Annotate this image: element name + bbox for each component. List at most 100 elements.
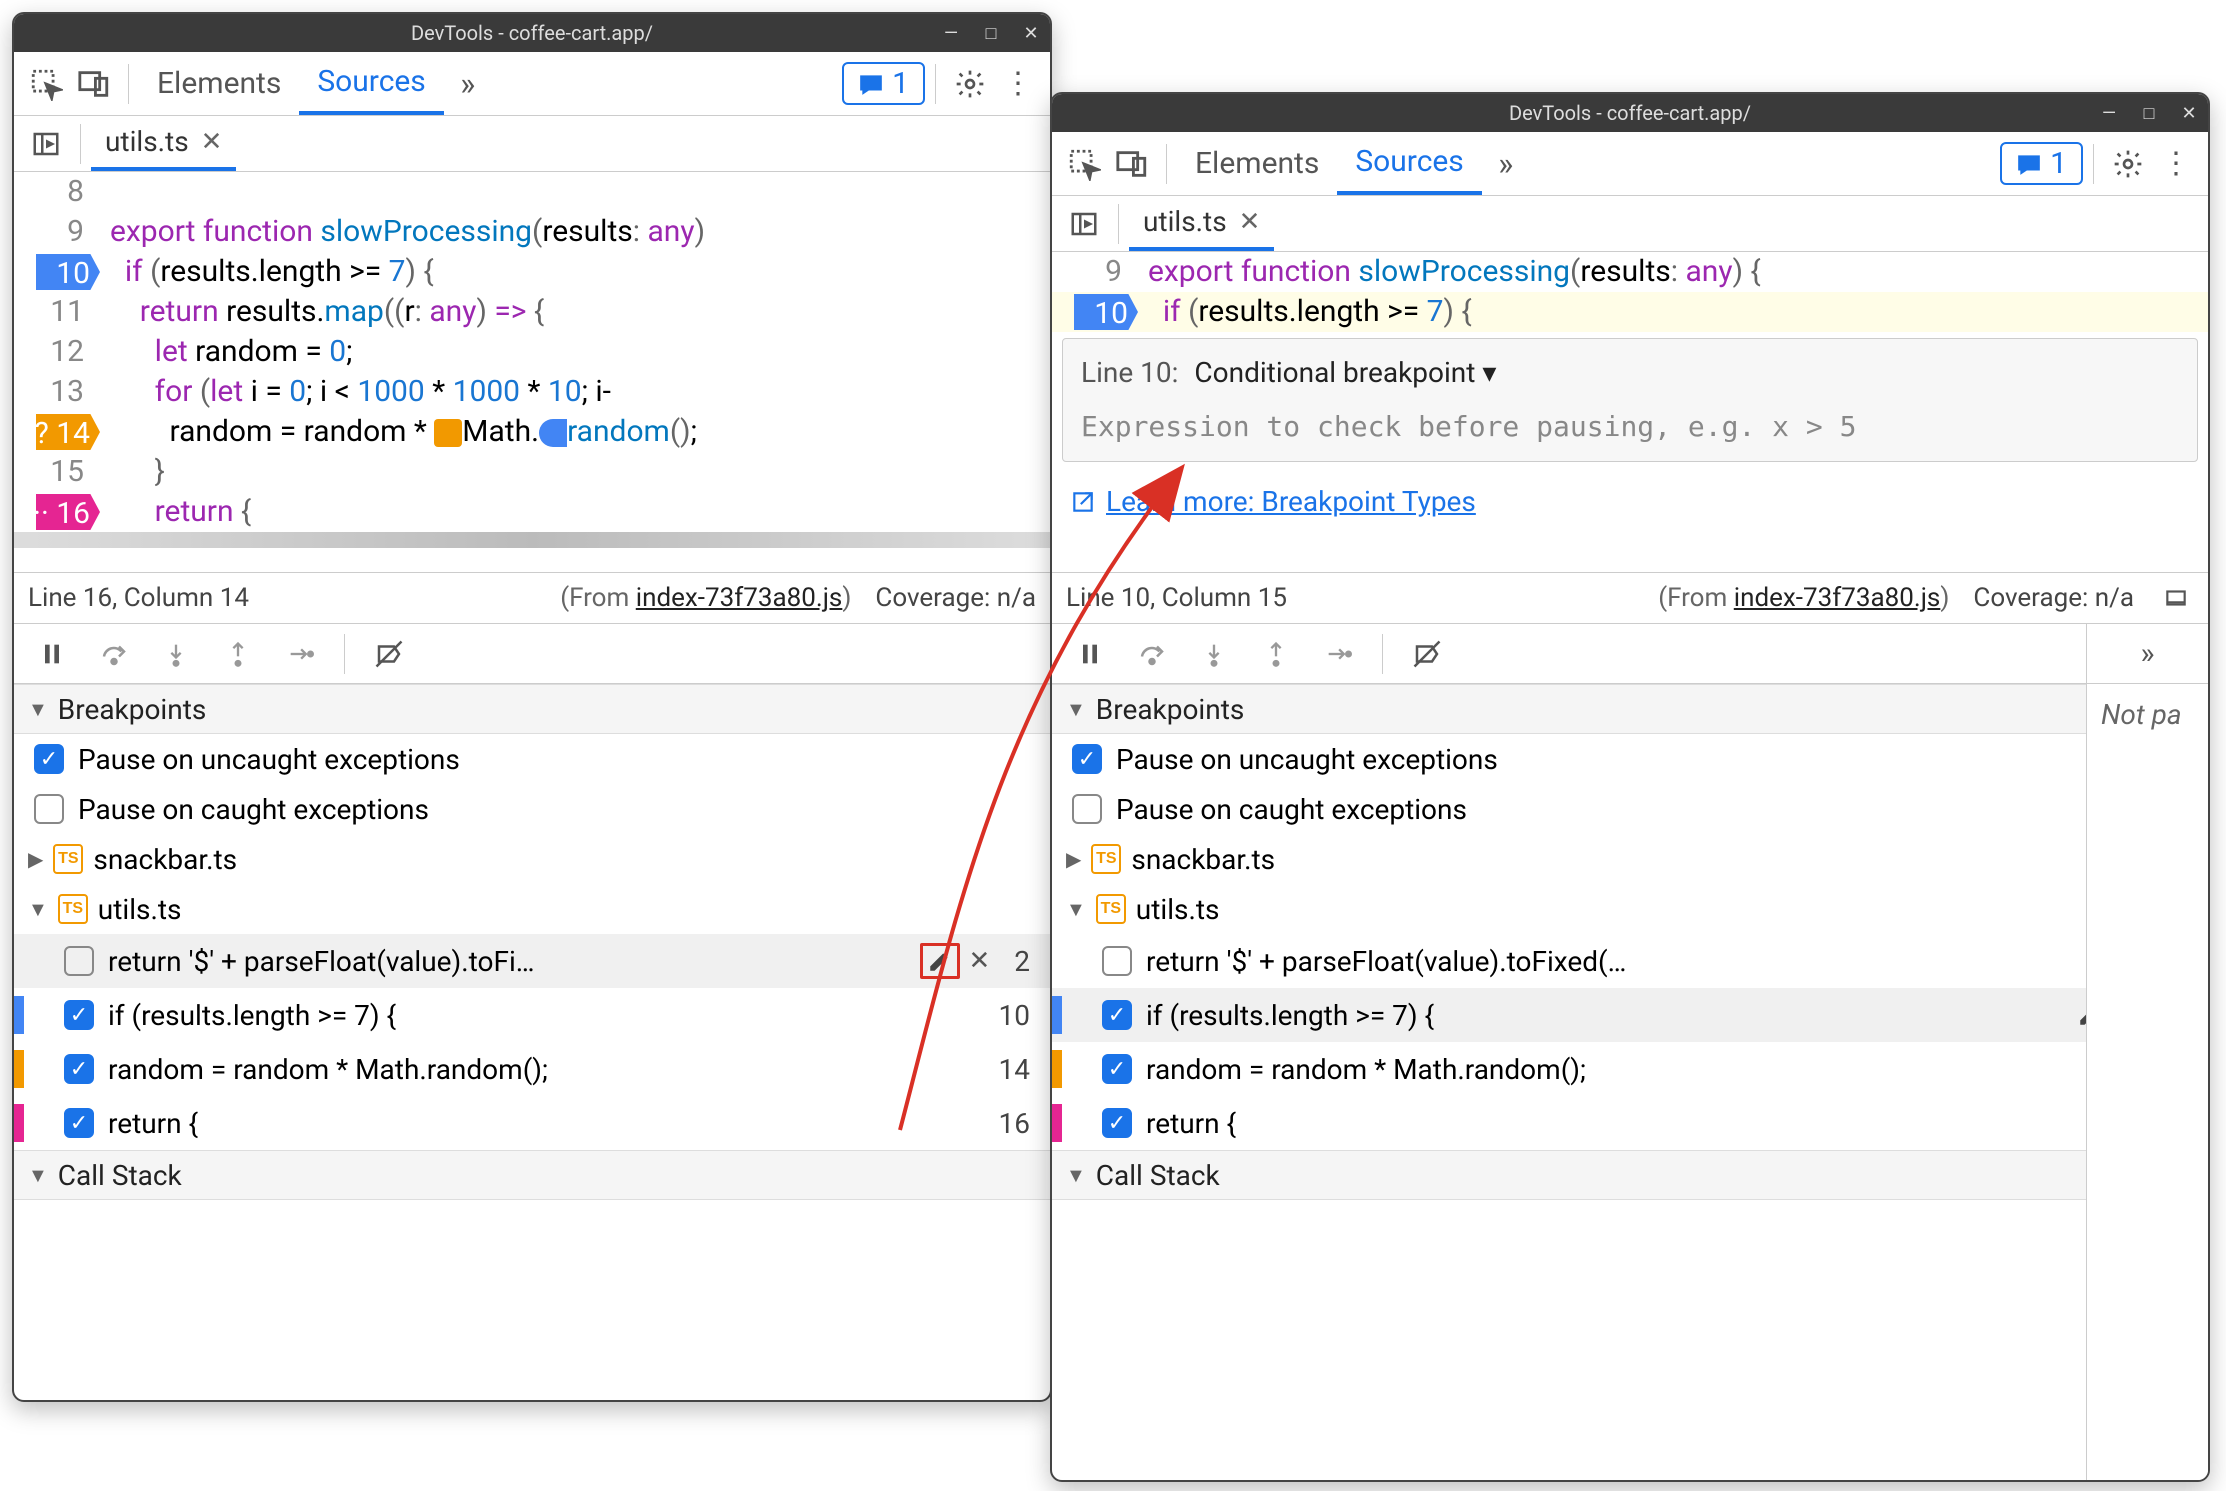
breakpoint-file-utils[interactable]: ▼ TS utils.ts xyxy=(14,884,1050,934)
code-editor[interactable]: 9export function slowProcessing(results:… xyxy=(1052,252,2208,572)
checkbox-checked-icon[interactable]: ✓ xyxy=(1102,1108,1132,1138)
breakpoint-item[interactable]: ✓ if (results.length >= 7) { ✕ 10 xyxy=(1052,988,2208,1042)
close-tab-icon[interactable]: ✕ xyxy=(1239,207,1261,237)
checkbox-checked-icon[interactable]: ✓ xyxy=(1102,1000,1132,1030)
checkbox-checked-icon[interactable]: ✓ xyxy=(1072,744,1102,774)
window-controls: — □ ✕ xyxy=(2096,94,2202,132)
maximize-button[interactable]: □ xyxy=(2136,103,2162,124)
navigator-toggle-icon[interactable] xyxy=(22,120,70,168)
breakpoint-file-snackbar[interactable]: ▶ TS snackbar.ts xyxy=(14,834,1050,884)
pause-uncaught-row[interactable]: ✓ Pause on uncaught exceptions xyxy=(14,734,1050,784)
edit-breakpoint-button[interactable] xyxy=(920,943,960,979)
popup-line-label: Line 10: xyxy=(1081,353,1178,393)
breakpoint-item[interactable]: ✓ if (results.length >= 7) { 10 xyxy=(14,988,1050,1042)
minimize-button[interactable]: — xyxy=(2096,103,2122,124)
pause-caught-row[interactable]: Pause on caught exceptions xyxy=(1052,784,2208,834)
minimize-button[interactable]: — xyxy=(938,23,964,44)
file-tab-utils[interactable]: utils.ts ✕ xyxy=(91,116,236,171)
device-toggle-icon[interactable] xyxy=(1108,140,1156,188)
tab-elements[interactable]: Elements xyxy=(139,52,299,115)
pause-uncaught-row[interactable]: ✓ Pause on uncaught exceptions xyxy=(1052,734,2208,784)
horizontal-scrollbar[interactable] xyxy=(14,532,1050,548)
expand-icon: ▼ xyxy=(28,897,48,922)
source-file-link[interactable]: index-73f73a80.js xyxy=(1734,583,1941,613)
breakpoint-item[interactable]: ✓ random = random * Math.random(); 14 xyxy=(1052,1042,2208,1096)
tab-sources[interactable]: Sources xyxy=(1337,132,1481,195)
deactivate-breakpoints-icon[interactable] xyxy=(1399,630,1455,678)
breakpoint-type-dropdown[interactable]: Conditional breakpoint ▾ xyxy=(1194,353,1496,393)
code-editor[interactable]: 8 9export function slowProcessing(result… xyxy=(14,172,1050,572)
pause-caught-row[interactable]: Pause on caught exceptions xyxy=(14,784,1050,834)
breakpoint-condition-input[interactable]: Expression to check before pausing, e.g.… xyxy=(1081,407,2179,447)
checkbox-checked-icon[interactable]: ✓ xyxy=(34,744,64,774)
tab-sources[interactable]: Sources xyxy=(299,52,443,115)
checkbox-checked-icon[interactable]: ✓ xyxy=(64,1054,94,1084)
devtools-window-left: DevTools - coffee-cart.app/ — □ ✕ Elemen… xyxy=(12,12,1052,1402)
pause-icon[interactable] xyxy=(1062,630,1118,678)
collapse-panel-icon[interactable] xyxy=(2158,574,2194,622)
callstack-section-header[interactable]: ▼ Call Stack xyxy=(14,1150,1050,1200)
maximize-button[interactable]: □ xyxy=(978,23,1004,44)
step-into-icon[interactable] xyxy=(1186,630,1242,678)
breakpoints-section-header[interactable]: ▼ Breakpoints xyxy=(14,684,1050,734)
learn-more-link[interactable]: Learn more: Breakpoint Types xyxy=(1070,482,2190,522)
collapse-icon: ▶ xyxy=(28,847,43,871)
checkbox-checked-icon[interactable]: ✓ xyxy=(64,1000,94,1030)
kebab-menu-icon[interactable]: ⋮ xyxy=(2152,140,2200,188)
editor-status-bar: Line 10, Column 15 (From index-73f73a80.… xyxy=(1052,572,2208,624)
step-icon[interactable] xyxy=(1310,630,1366,678)
checkbox-empty-icon[interactable] xyxy=(1072,794,1102,824)
breakpoints-section-header[interactable]: ▼ Breakpoints xyxy=(1052,684,2208,734)
settings-icon[interactable] xyxy=(946,60,994,108)
breakpoint-item[interactable]: return '$' + parseFloat(value).toFi… ✕ 2 xyxy=(14,934,1050,988)
inspect-icon[interactable] xyxy=(1060,140,1108,188)
navigator-toggle-icon[interactable] xyxy=(1060,200,1108,248)
breakpoint-item[interactable]: ✓ return { 16 xyxy=(14,1096,1050,1150)
close-button[interactable]: ✕ xyxy=(2176,103,2202,124)
step-out-icon[interactable] xyxy=(1248,630,1304,678)
more-tabs-icon[interactable]: » xyxy=(444,60,492,108)
checkbox-empty-icon[interactable] xyxy=(1102,946,1132,976)
pause-icon[interactable] xyxy=(24,630,80,678)
editor-status-bar: Line 16, Column 14 (From index-73f73a80.… xyxy=(14,572,1050,624)
breakpoint-file-utils[interactable]: ▼ TS utils.ts xyxy=(1052,884,2208,934)
more-panels-icon[interactable]: » xyxy=(2140,636,2154,671)
close-tab-icon[interactable]: ✕ xyxy=(201,127,223,157)
checkbox-empty-icon[interactable] xyxy=(34,794,64,824)
step-out-icon[interactable] xyxy=(210,630,266,678)
source-file-link[interactable]: index-73f73a80.js xyxy=(636,583,843,613)
inspect-icon[interactable] xyxy=(22,60,70,108)
step-icon[interactable] xyxy=(272,630,328,678)
file-tabbar: utils.ts ✕ xyxy=(1052,196,2208,252)
step-into-icon[interactable] xyxy=(148,630,204,678)
close-button[interactable]: ✕ xyxy=(1018,23,1044,44)
coverage-label: Coverage: n/a xyxy=(1973,583,2134,613)
devtools-window-right: DevTools - coffee-cart.app/ — □ ✕ Elemen… xyxy=(1050,92,2210,1482)
settings-icon[interactable] xyxy=(2104,140,2152,188)
remove-breakpoint-icon[interactable]: ✕ xyxy=(968,946,990,976)
titlebar[interactable]: DevTools - coffee-cart.app/ — □ ✕ xyxy=(14,14,1050,52)
deactivate-breakpoints-icon[interactable] xyxy=(361,630,417,678)
step-over-icon[interactable] xyxy=(1124,630,1180,678)
callstack-section-header[interactable]: ▼ Call Stack xyxy=(1052,1150,2208,1200)
breakpoint-item[interactable]: return '$' + parseFloat(value).toFixed(…… xyxy=(1052,934,2208,988)
messages-badge[interactable]: 1 xyxy=(842,62,925,105)
cursor-position: Line 16, Column 14 xyxy=(28,583,249,613)
kebab-menu-icon[interactable]: ⋮ xyxy=(994,60,1042,108)
breakpoint-file-snackbar[interactable]: ▶ TS snackbar.ts xyxy=(1052,834,2208,884)
breakpoint-item[interactable]: ✓ random = random * Math.random(); 14 xyxy=(14,1042,1050,1096)
more-tabs-icon[interactable]: » xyxy=(1482,140,1530,188)
messages-badge[interactable]: 1 xyxy=(2000,142,2083,185)
checkbox-checked-icon[interactable]: ✓ xyxy=(64,1108,94,1138)
ts-file-icon: TS xyxy=(1091,844,1121,874)
expand-icon: ▼ xyxy=(1066,897,1086,922)
titlebar[interactable]: DevTools - coffee-cart.app/ — □ ✕ xyxy=(1052,94,2208,132)
breakpoint-item[interactable]: ✓ return { 16 xyxy=(1052,1096,2208,1150)
step-over-icon[interactable] xyxy=(86,630,142,678)
checkbox-empty-icon[interactable] xyxy=(64,946,94,976)
checkbox-checked-icon[interactable]: ✓ xyxy=(1102,1054,1132,1084)
device-toggle-icon[interactable] xyxy=(70,60,118,108)
separator xyxy=(1118,204,1119,244)
tab-elements[interactable]: Elements xyxy=(1177,132,1337,195)
file-tab-utils[interactable]: utils.ts ✕ xyxy=(1129,196,1274,251)
